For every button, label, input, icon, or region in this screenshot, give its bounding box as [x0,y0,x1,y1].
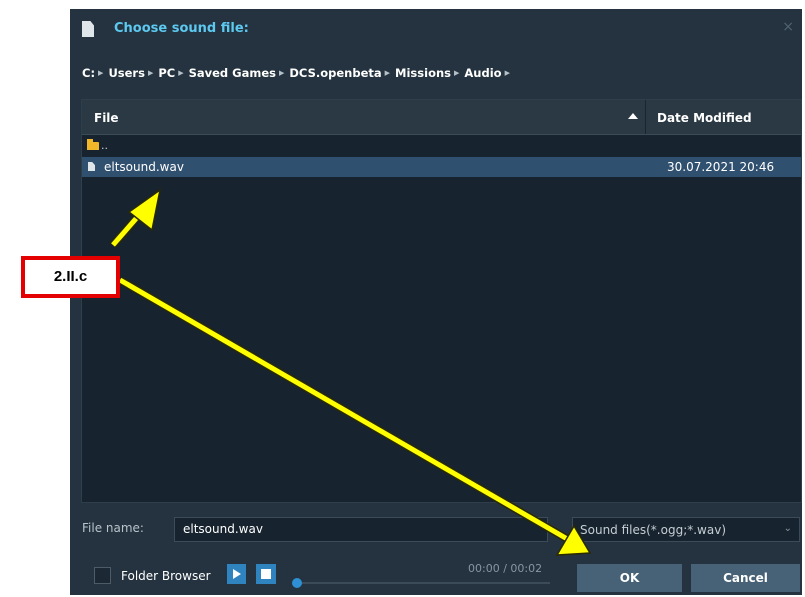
arrow-lines [111,204,571,543]
arrow-to-ok-button [118,277,571,543]
annotation-callout-box: 2.II.c [21,256,120,298]
arrow-outlines [109,203,572,544]
annotation-arrows [109,188,592,556]
